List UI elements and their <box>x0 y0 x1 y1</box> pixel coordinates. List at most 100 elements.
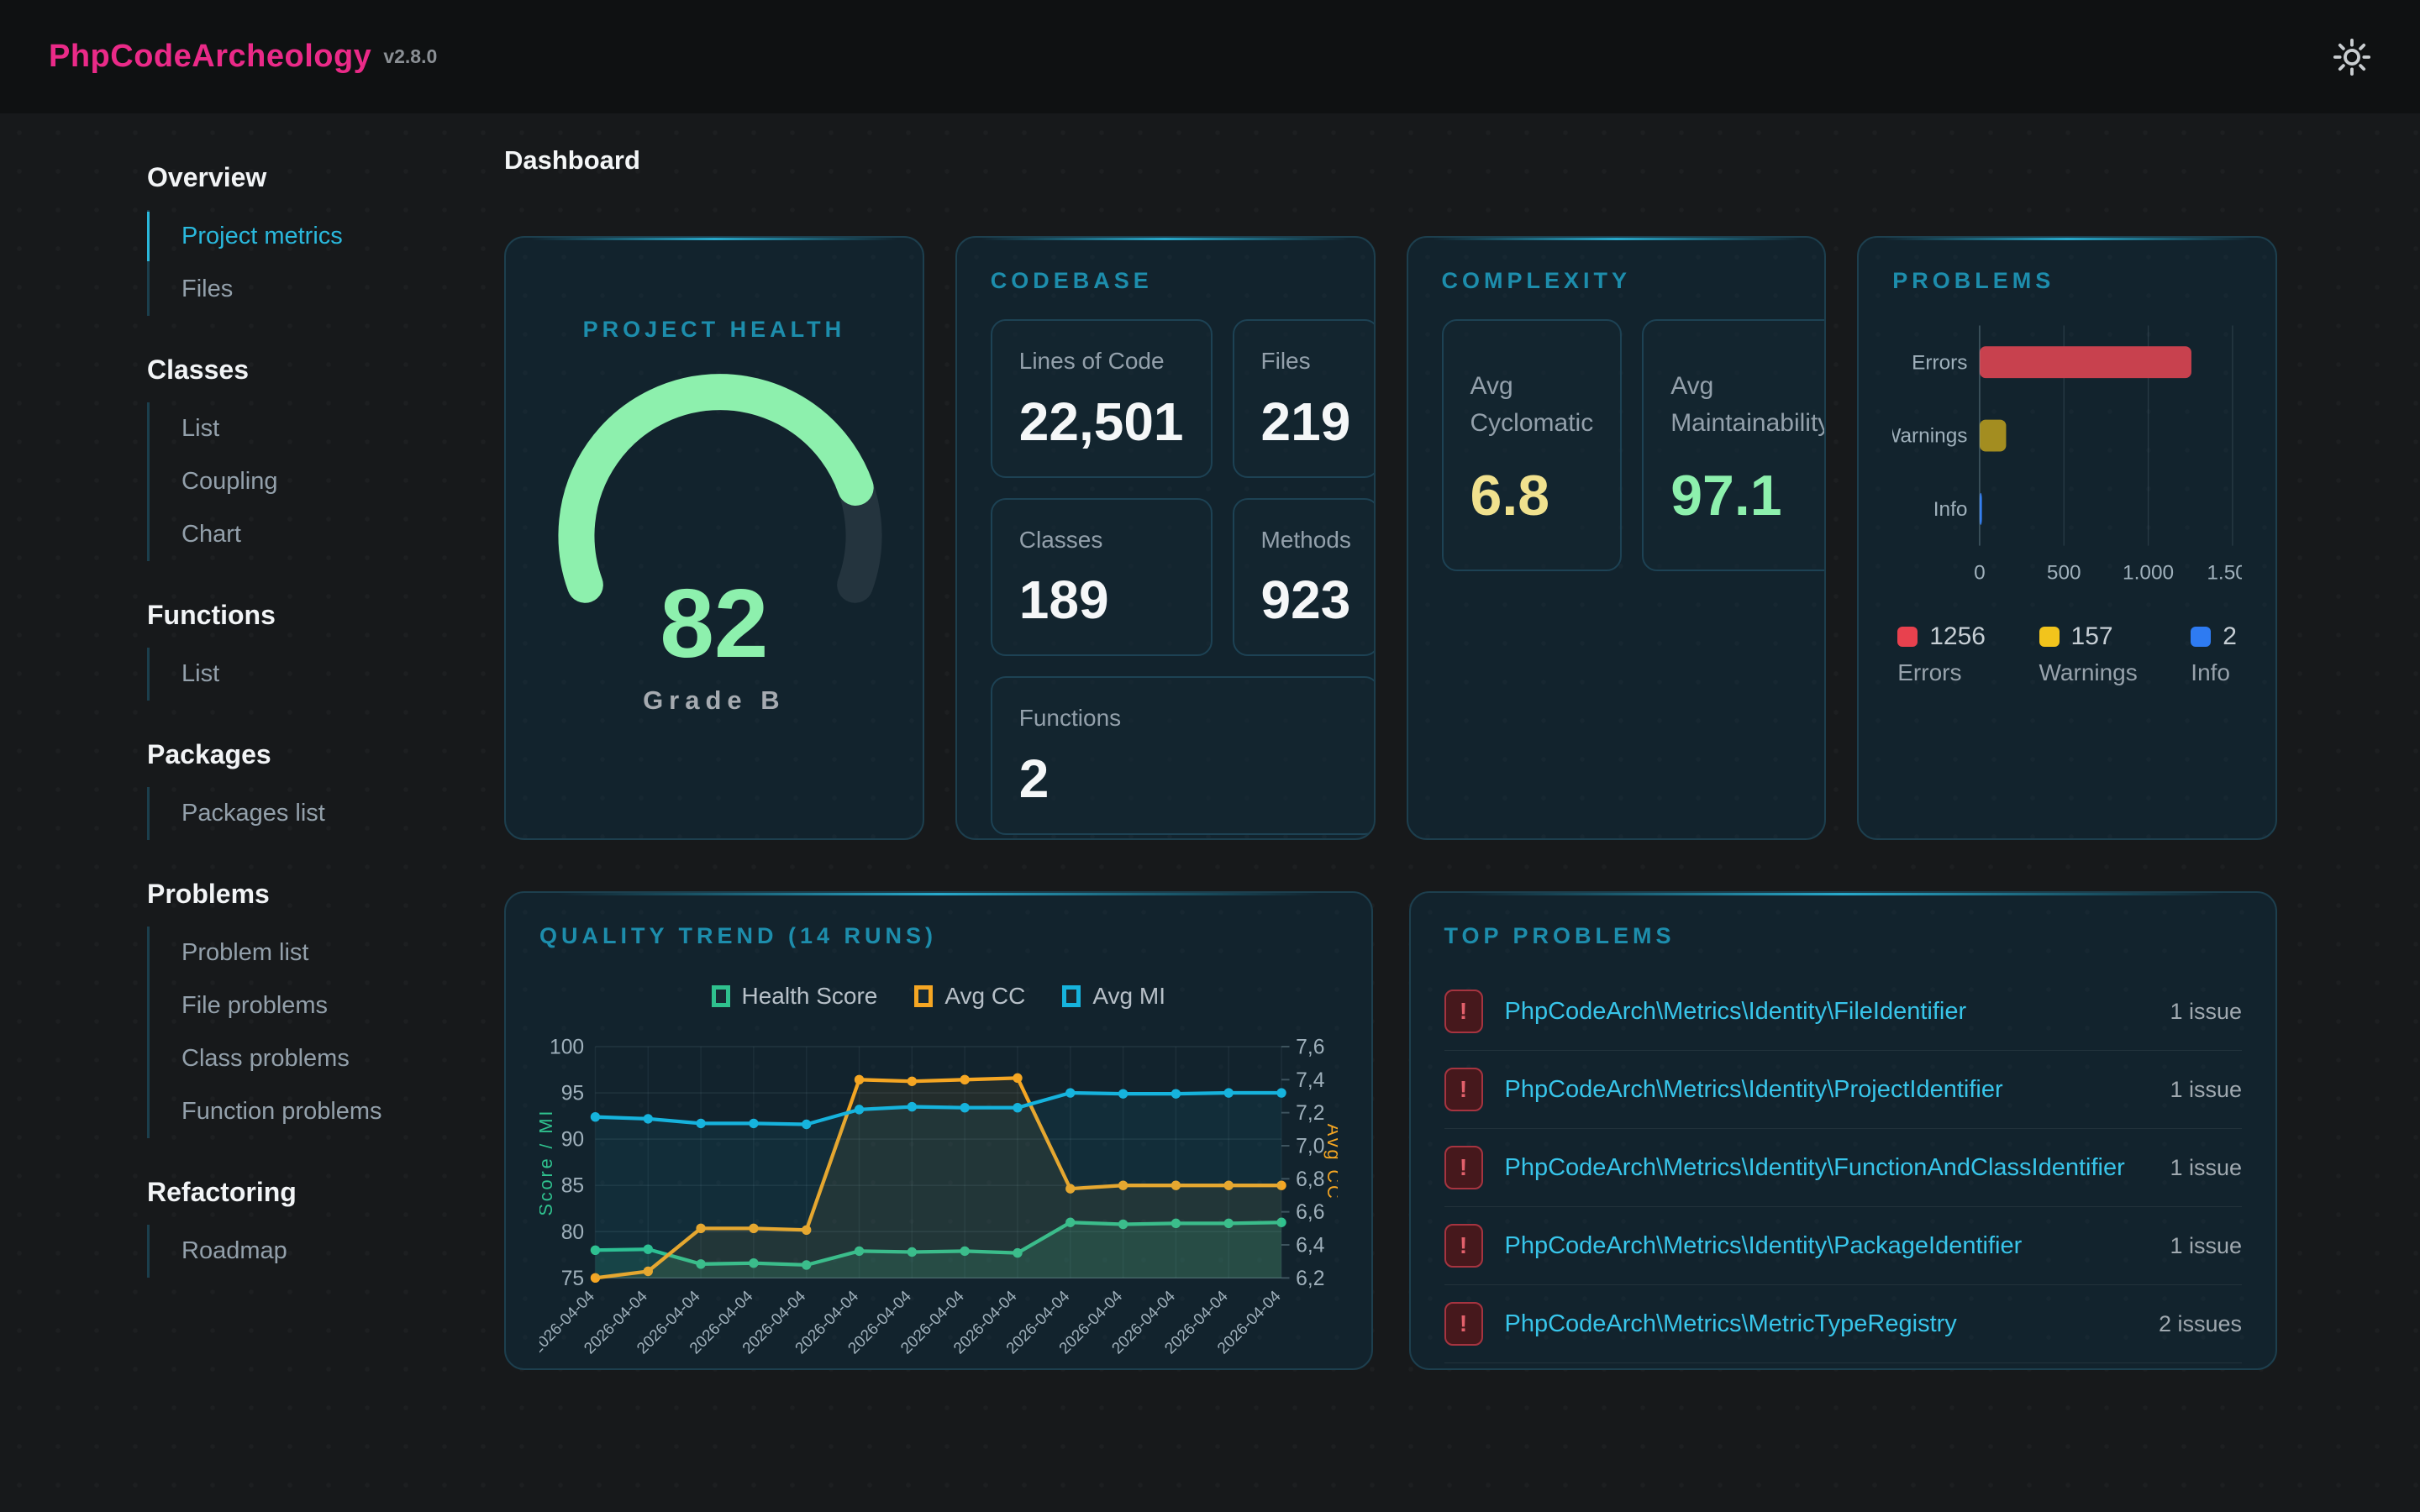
codebase-card: CODEBASE Lines of Code 22,501 Files 219 … <box>955 236 1376 840</box>
sidebar-item-problem-list[interactable]: Problem list <box>150 927 504 979</box>
warning-exclamation-icon: ! <box>1444 1224 1483 1268</box>
data-point-avg-mi <box>644 1114 653 1123</box>
problem-link[interactable]: PhpCodeArch\Metrics\Identity\ProjectIden… <box>1505 1076 2149 1104</box>
problem-link[interactable]: PhpCodeArch\Metrics\Identity\PackageIden… <box>1505 1232 2149 1260</box>
sidebar-item-roadmap[interactable]: Roadmap <box>150 1225 504 1278</box>
issue-count: 1 issue <box>2170 1077 2242 1103</box>
problem-link[interactable]: PhpCodeArch\Metrics\Identity\FunctionAnd… <box>1505 1154 2149 1182</box>
data-point-avg-cc <box>960 1075 969 1084</box>
stat-value: 219 <box>1261 391 1351 453</box>
problems-legend: 1256Errors157Warnings2Info <box>1892 622 2242 686</box>
trend-legend-item-health-score[interactable]: Health Score <box>712 983 878 1010</box>
stat-tile-lines-of-code: Lines of Code 22,501 <box>991 319 1213 478</box>
problem-row: !PhpCodeArch\Metrics\Identity\FileIdenti… <box>1444 973 2243 1050</box>
stat-value: 6.8 <box>1470 463 1594 528</box>
problem-row: !PhpCodeArch\Metrics\Identity\ProjectIde… <box>1444 1050 2243 1128</box>
data-point-avg-mi <box>1224 1088 1234 1097</box>
legend-label: Errors <box>1897 659 1986 686</box>
stat-value: 189 <box>1019 569 1184 631</box>
sidebar-nav: OverviewProject metricsFilesClassesListC… <box>0 113 504 1512</box>
right-tick-label: 7,6 <box>1296 1037 1324 1059</box>
data-point-avg-mi <box>908 1102 917 1111</box>
legend-count: 157 <box>2071 622 2113 651</box>
bar-category-label: Errors <box>1912 351 1967 374</box>
data-point-avg-mi <box>1013 1103 1022 1112</box>
sidebar-item-files[interactable]: Files <box>150 263 504 316</box>
left-tick-label: 85 <box>561 1175 584 1198</box>
sidebar-item-function-problems[interactable]: Function problems <box>150 1085 504 1138</box>
sidebar-group: Project metricsFiles <box>147 210 504 316</box>
stat-value: 923 <box>1261 569 1351 631</box>
theme-toggle-sun-icon[interactable] <box>2333 38 2371 76</box>
sidebar-item-packages-list[interactable]: Packages list <box>150 787 504 840</box>
stat-label: Methods <box>1261 523 1351 558</box>
project-health-title: PROJECT HEALTH <box>539 317 889 343</box>
dashboard-content: Dashboard PROJECT HEALTH 82 Grade B <box>504 113 2277 1512</box>
sidebar-group: ListCouplingChart <box>147 402 504 561</box>
sidebar-item-class-problems[interactable]: Class problems <box>150 1032 504 1085</box>
warning-exclamation-icon: ! <box>1444 1146 1483 1189</box>
sidebar-item-file-problems[interactable]: File problems <box>150 979 504 1032</box>
data-point-avg-cc <box>908 1077 917 1086</box>
top-problems-list: ! PhpCodeArch\Metrics\Identity\FileIdenti… <box>1444 973 2243 1370</box>
problem-link[interactable]: PhpCodeArch\Metrics\Identity\FileIdentif… <box>1505 998 2149 1026</box>
problems-card: PROBLEMS 05001.0001.500ErrorsWarningsInf… <box>1857 236 2277 840</box>
trend-legend: Health Score Avg CC Avg MI <box>539 983 1338 1010</box>
legend-label: Avg CC <box>944 983 1025 1010</box>
sidebar-item-list[interactable]: List <box>150 648 504 701</box>
trend-line-chart: 75808590951006,26,46,66,87,07,27,47,6202… <box>539 1015 1338 1370</box>
right-axis-title: Avg CC <box>1323 1124 1337 1201</box>
issue-count: 2 issues <box>2159 1311 2242 1337</box>
bar-warnings <box>1980 420 2007 452</box>
codebase-title: CODEBASE <box>991 268 1340 294</box>
quality-trend-card: QUALITY TREND (14 RUNS) Health ScoreAvg … <box>504 891 1373 1370</box>
stat-tile-avg-maintainability: Avg Maintainability 97.1 <box>1642 319 1826 571</box>
legend-swatch <box>2039 627 2060 647</box>
left-tick-label: 95 <box>561 1083 584 1105</box>
stat-label: Lines of Code <box>1019 344 1184 379</box>
trend-legend-item-avg-mi[interactable]: Avg MI <box>1062 983 1165 1010</box>
data-point-avg-mi <box>749 1119 758 1128</box>
data-point-avg-cc <box>855 1075 864 1084</box>
sidebar-item-list[interactable]: List <box>150 402 504 455</box>
legend-swatch <box>1897 627 1918 647</box>
app-logo: PhpCodeArcheology <box>49 39 371 75</box>
data-point-avg-mi <box>696 1119 705 1128</box>
trend-legend-item-avg-cc[interactable]: Avg CC <box>914 983 1025 1010</box>
legend-item-info: 2Info <box>2191 622 2237 686</box>
health-grade: Grade B <box>539 685 889 716</box>
issue-count: 1 issue <box>2170 999 2242 1025</box>
data-point-avg-mi <box>1171 1089 1181 1098</box>
legend-box-icon <box>712 985 730 1007</box>
data-point-avg-mi <box>855 1105 864 1114</box>
sidebar-group-title: Functions <box>147 600 504 631</box>
legend-box-icon <box>1062 985 1081 1007</box>
legend-label: Info <box>2191 659 2237 686</box>
sidebar-group-title: Packages <box>147 739 504 770</box>
problem-row: !PhpCodeArch\Metrics\MetricTypeRegistry2… <box>1444 1284 2243 1362</box>
problem-link[interactable]: PhpCodeArch\Metrics\MetricTypeRegistry <box>1505 1310 2137 1338</box>
data-point-avg-mi <box>802 1120 811 1129</box>
stat-tile-classes: Classes 189 <box>991 498 1213 657</box>
page-title: Dashboard <box>504 145 2277 176</box>
stat-value: 2 <box>1019 748 1351 810</box>
sidebar-item-project-metrics[interactable]: Project metrics <box>150 210 504 263</box>
sidebar-group: Packages list <box>147 787 504 840</box>
health-gauge: 82 Grade B <box>539 365 889 617</box>
legend-label: Health Score <box>742 983 878 1010</box>
right-tick-label: 6,2 <box>1296 1268 1324 1290</box>
x-tick-label: 0 <box>1974 561 1986 584</box>
stat-label: Avg Cyclomatic <box>1470 368 1594 441</box>
stat-tile-functions: Functions 2 <box>991 676 1376 835</box>
data-point-avg-mi <box>960 1103 969 1112</box>
stat-tile-avg-cyclomatic: Avg Cyclomatic 6.8 <box>1442 319 1623 571</box>
stat-label: Functions <box>1019 701 1351 736</box>
app-version: v2.8.0 <box>383 45 437 68</box>
sidebar-item-coupling[interactable]: Coupling <box>150 455 504 508</box>
main-area: OverviewProject metricsFilesClassesListC… <box>0 113 2420 1512</box>
stat-label: Classes <box>1019 523 1184 558</box>
sidebar-item-chart[interactable]: Chart <box>150 508 504 561</box>
legend-label: Avg MI <box>1092 983 1165 1010</box>
right-tick-label: 7,0 <box>1296 1136 1324 1158</box>
data-point-avg-mi <box>1065 1088 1075 1097</box>
